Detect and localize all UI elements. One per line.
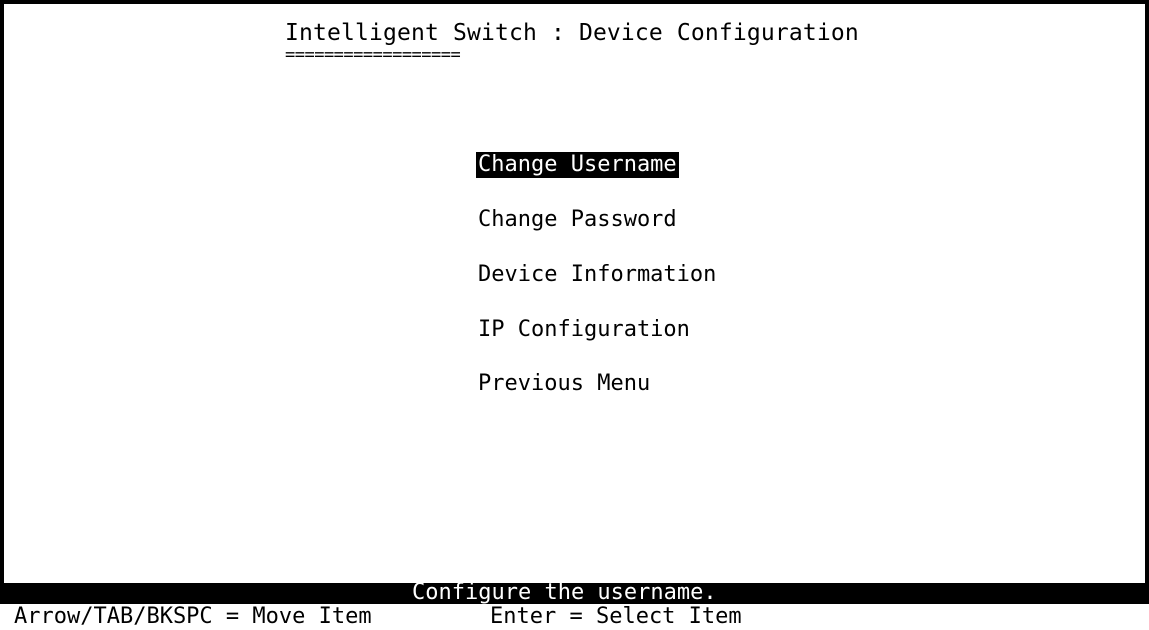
menu-item-change-password[interactable]: Change Password	[476, 207, 679, 233]
status-bar: Configure the username.	[0, 580, 1149, 605]
menu-item-change-username[interactable]: Change Username	[476, 152, 679, 178]
menu-item-ip-configuration[interactable]: IP Configuration	[476, 317, 692, 343]
title-underline: ==================	[285, 45, 461, 65]
help-navigation-text: Arrow/TAB/BKSPC = Move Item	[14, 604, 372, 629]
page-title: Intelligent Switch : Device Configuratio…	[285, 20, 859, 46]
terminal-screen: Intelligent Switch : Device Configuratio…	[0, 0, 1149, 630]
menu-item-device-information[interactable]: Device Information	[476, 262, 718, 288]
help-select-text: Enter = Select Item	[490, 604, 742, 629]
menu-item-previous-menu[interactable]: Previous Menu	[476, 371, 652, 397]
help-bar: Arrow/TAB/BKSPC = Move Item Enter = Sele…	[0, 604, 1149, 630]
status-message: Configure the username.	[412, 580, 717, 605]
